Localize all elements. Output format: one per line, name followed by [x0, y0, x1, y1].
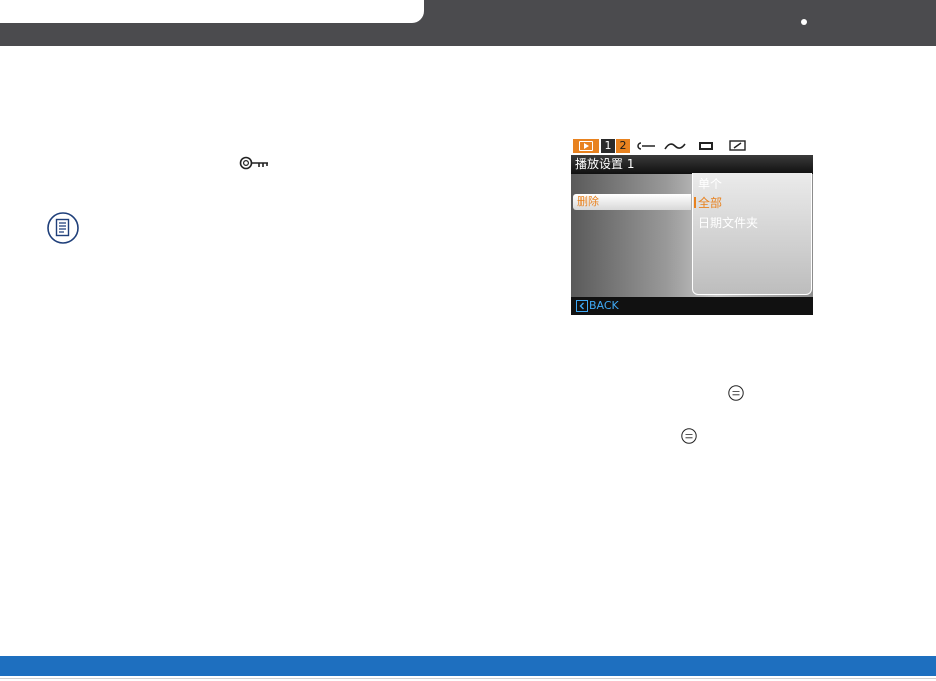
playback-tab[interactable]: [573, 139, 599, 153]
menu-item-delete[interactable]: 删除: [573, 194, 691, 210]
connection-icon[interactable]: [664, 140, 686, 152]
note-icon: [47, 212, 79, 248]
camera-bottombar: BACK: [571, 297, 813, 315]
delete-submenu: 单个 全部 日期文件夹: [692, 173, 812, 295]
header-bar: [0, 0, 936, 46]
footer-bar: [0, 656, 936, 676]
option-date-folder[interactable]: 日期文件夹: [698, 215, 758, 231]
footer-line: [0, 678, 936, 679]
option-all[interactable]: 全部: [698, 195, 722, 211]
camera-screen: 1 2 播放设置 1 删除 单个 全部 日期文件夹 BACK: [571, 137, 813, 315]
setup-icon[interactable]: [637, 140, 657, 152]
menu-title: 播放设置 1: [575, 157, 635, 171]
menu-item-label: 删除: [577, 195, 599, 208]
playback-icon: [579, 141, 593, 151]
header-dot: [801, 19, 807, 25]
back-icon[interactable]: [576, 300, 588, 312]
back-label[interactable]: BACK: [589, 298, 619, 314]
camera-topbar: 1 2: [571, 137, 813, 155]
key-icon: [239, 155, 271, 174]
edit-icon[interactable]: [728, 140, 748, 152]
header-tab: [0, 0, 424, 23]
page-tab-1[interactable]: 1: [601, 139, 615, 153]
selection-marker: [694, 197, 696, 208]
page-tab-2[interactable]: 2: [616, 139, 630, 153]
func-ok-button-icon: [728, 385, 744, 401]
card-icon[interactable]: [697, 140, 717, 152]
option-single[interactable]: 单个: [698, 176, 722, 192]
func-ok-button-icon: [681, 428, 697, 444]
